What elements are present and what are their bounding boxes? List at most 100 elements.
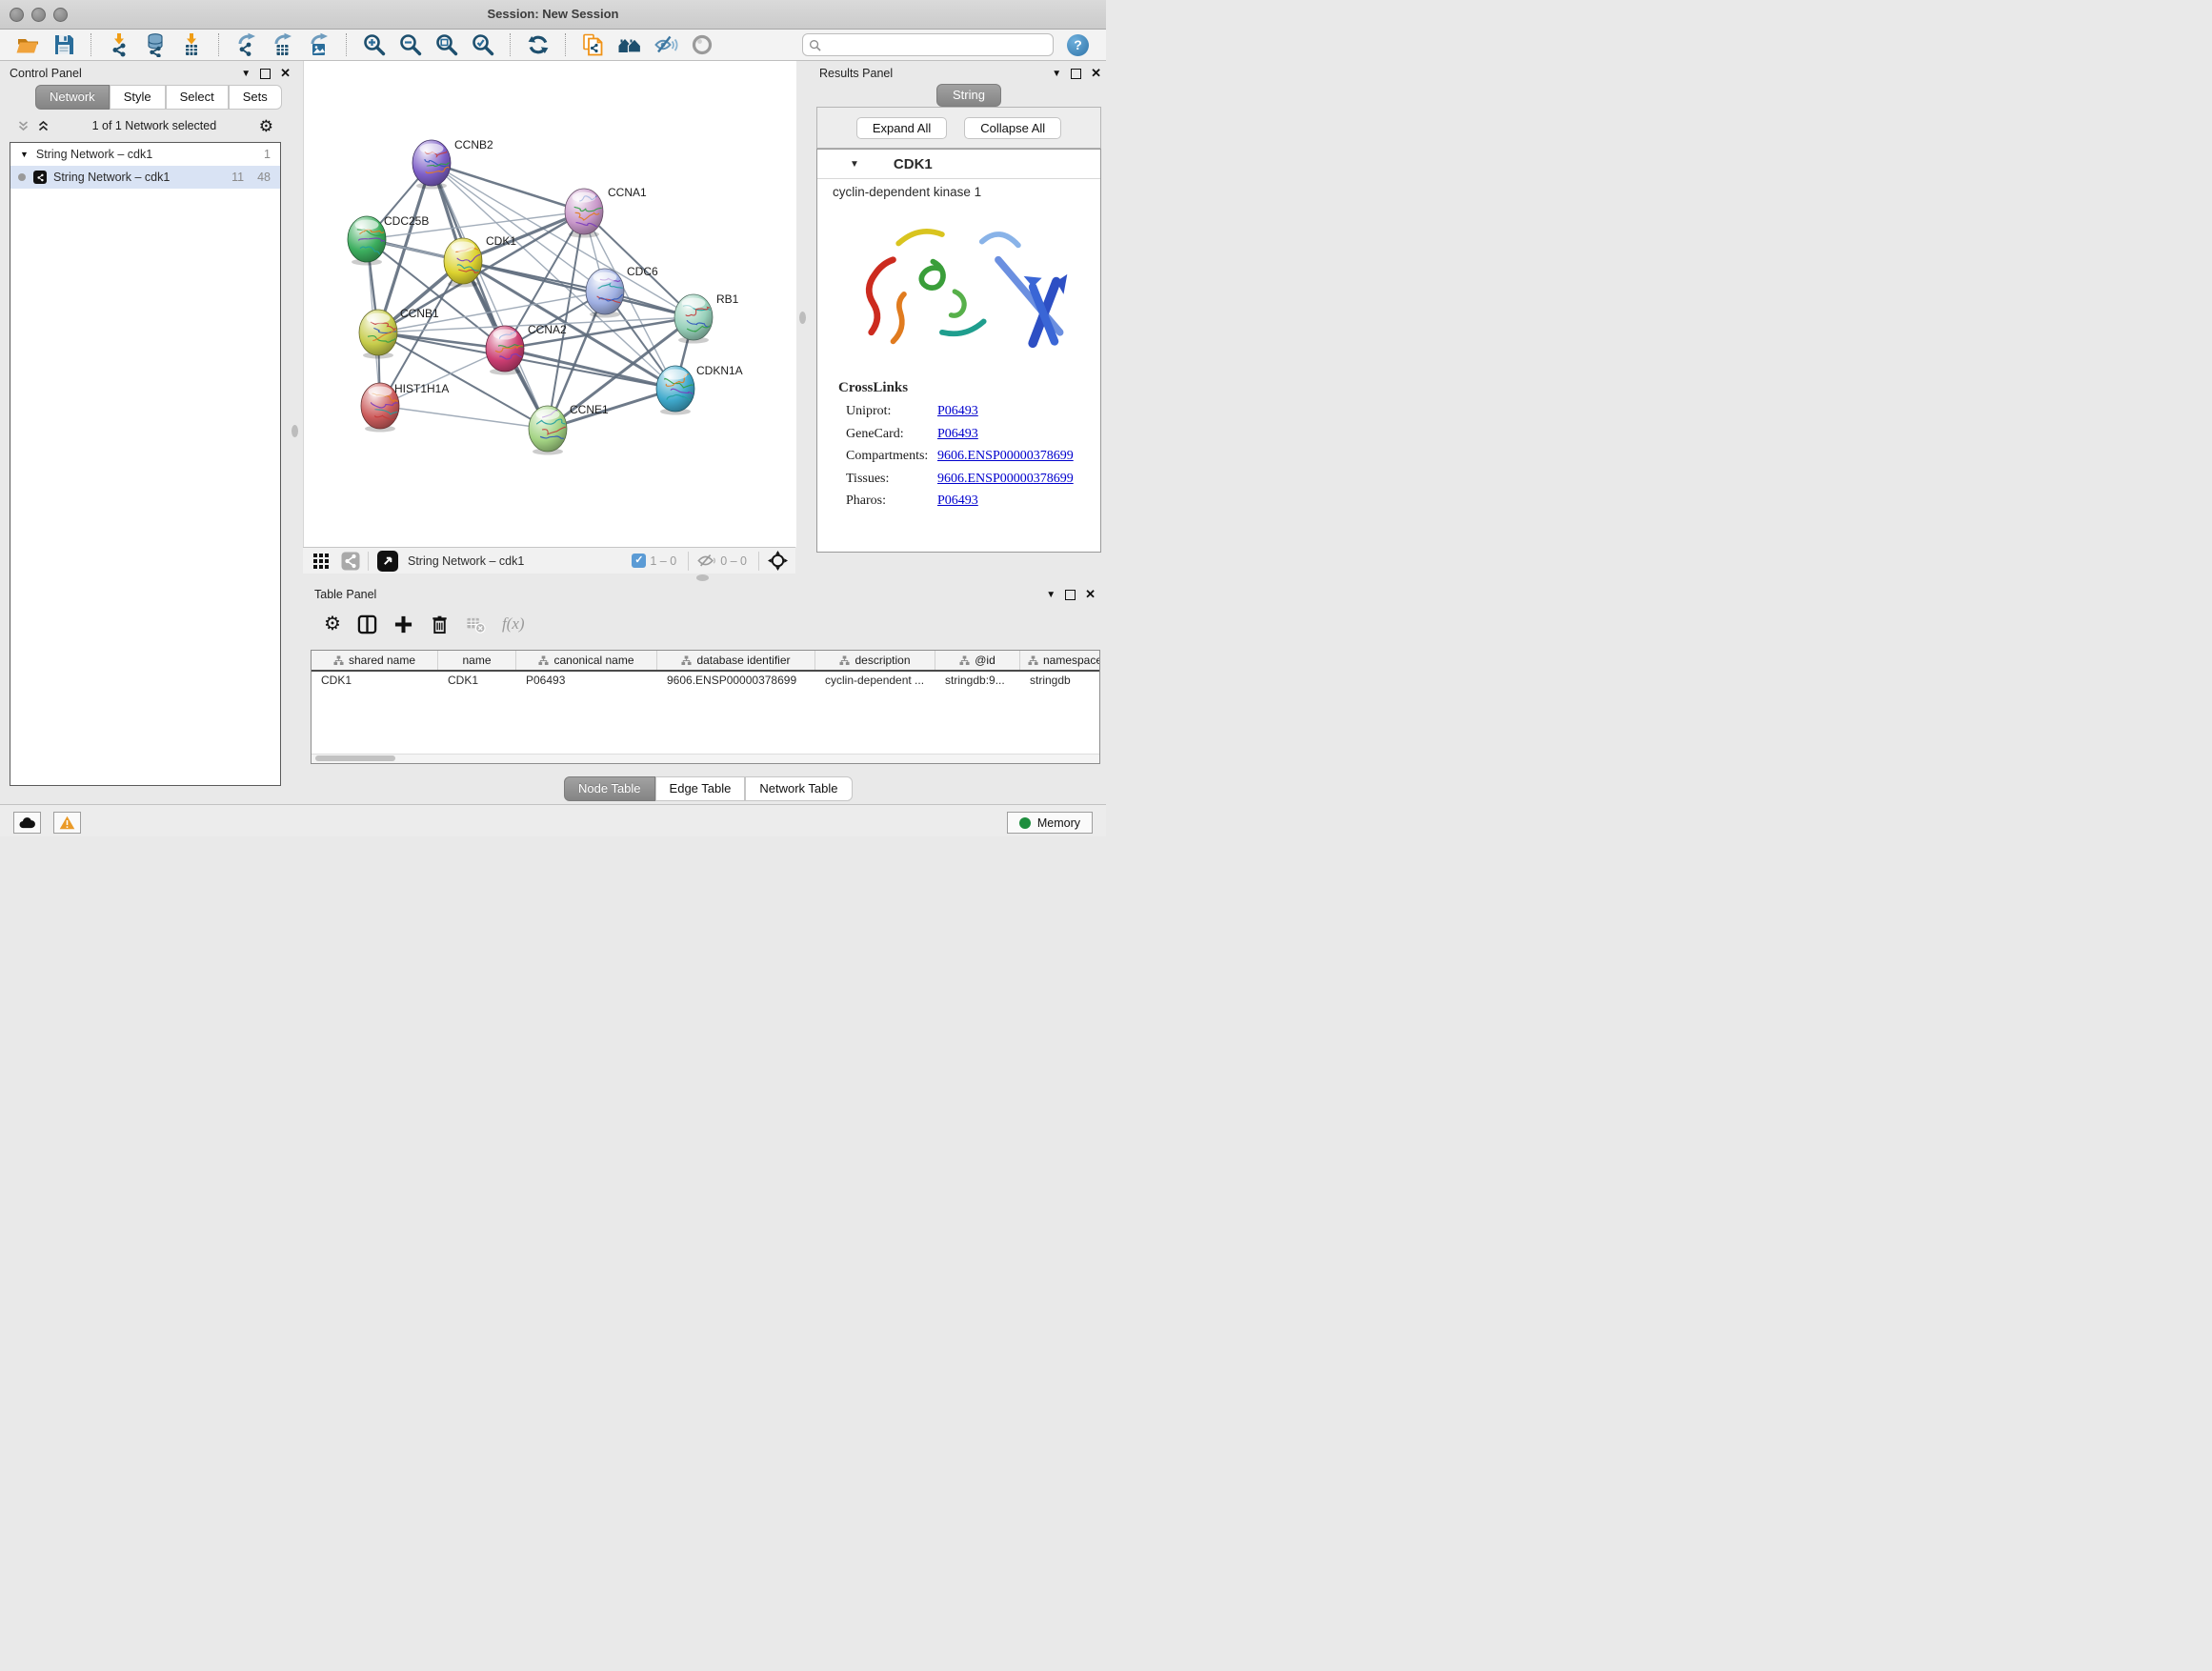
- export-table-icon[interactable]: [271, 32, 295, 57]
- string-hide-glass-icon[interactable]: [654, 32, 678, 57]
- cell-description[interactable]: cyclin-dependent ...: [815, 674, 935, 687]
- create-column-icon[interactable]: [393, 614, 413, 634]
- expand-all-button[interactable]: Expand All: [856, 117, 947, 139]
- crosslink-row: Tissues:9606.ENSP00000378699: [846, 468, 1100, 491]
- tab-network[interactable]: Network: [35, 85, 110, 110]
- results-panel-title: Results Panel: [819, 67, 893, 80]
- warning-icon: [59, 815, 75, 830]
- collapse-all-icon[interactable]: [17, 120, 30, 132]
- right-splitter-handle[interactable]: [799, 312, 806, 324]
- panel-close-icon[interactable]: ✕: [1091, 66, 1101, 81]
- export-image-icon[interactable]: [307, 32, 332, 57]
- crosslinks-list: Uniprot:P06493GeneCard:P06493Compartment…: [817, 400, 1100, 513]
- table-row[interactable]: CDK1CDK1P064939606.ENSP00000378699cyclin…: [312, 672, 1099, 689]
- tab-node-table[interactable]: Node Table: [564, 776, 655, 801]
- string-document-icon[interactable]: [581, 32, 606, 57]
- center-view-crosshair-icon[interactable]: [768, 551, 788, 571]
- cell-canonical-name[interactable]: P06493: [516, 674, 657, 687]
- cell-database-identifier[interactable]: 9606.ENSP00000378699: [657, 674, 815, 687]
- cloud-tasks-button[interactable]: [13, 812, 41, 834]
- open-session-icon[interactable]: [15, 32, 40, 57]
- selected-nodes-checkbox[interactable]: ✓: [632, 554, 646, 568]
- column-header-shared-name[interactable]: shared name: [312, 651, 438, 670]
- birdseye-view-icon[interactable]: [377, 551, 398, 572]
- cell-namespace[interactable]: stringdb: [1020, 674, 1100, 687]
- zoom-in-icon[interactable]: [362, 32, 387, 57]
- network-status-dot: [18, 173, 26, 181]
- tab-string[interactable]: String: [936, 84, 1001, 107]
- refresh-icon[interactable]: [526, 32, 551, 57]
- node-label-cdkn1a: CDKN1A: [696, 364, 743, 377]
- panel-menu-icon[interactable]: ▼: [241, 69, 251, 79]
- string-eye-icon[interactable]: [690, 32, 714, 57]
- show-columns-icon[interactable]: [357, 614, 377, 634]
- column-header-canonical-name[interactable]: canonical name: [516, 651, 657, 670]
- zoom-fit-icon[interactable]: [434, 32, 459, 57]
- column-header-name[interactable]: name: [438, 651, 516, 670]
- cell-name[interactable]: CDK1: [438, 674, 516, 687]
- crosslink-value-link[interactable]: P06493: [937, 423, 978, 446]
- cell-shared-name[interactable]: CDK1: [312, 674, 438, 687]
- panel-float-icon[interactable]: [1071, 69, 1081, 79]
- panel-menu-icon[interactable]: ▼: [1046, 590, 1056, 600]
- node-label-ccna1: CCNA1: [608, 186, 647, 199]
- import-table-icon[interactable]: [179, 32, 204, 57]
- collection-collapse-icon[interactable]: ▼: [20, 150, 29, 159]
- tab-edge-table[interactable]: Edge Table: [655, 776, 746, 801]
- grid-view-icon[interactable]: [312, 553, 330, 570]
- column-header--id[interactable]: @id: [935, 651, 1020, 670]
- table-horizontal-scrollbar[interactable]: [312, 754, 1099, 763]
- tab-select[interactable]: Select: [166, 85, 229, 110]
- left-splitter-handle[interactable]: [292, 425, 298, 437]
- crosslink-value-link[interactable]: 9606.ENSP00000378699: [937, 468, 1074, 491]
- network-options-gear-icon[interactable]: ⚙: [259, 118, 273, 134]
- panel-float-icon[interactable]: [260, 69, 271, 79]
- crosslink-value-link[interactable]: P06493: [937, 490, 978, 513]
- table-options-gear-icon[interactable]: ⚙: [324, 614, 341, 634]
- gene-header-row[interactable]: ▼ CDK1: [817, 150, 1100, 179]
- panel-close-icon[interactable]: ✕: [1085, 587, 1096, 602]
- import-network-icon[interactable]: [107, 32, 131, 57]
- help-icon[interactable]: ?: [1067, 34, 1089, 56]
- network-view-canvas[interactable]: CCNB2CCNA1CDC25BCDK1CDC6RB1CCNB1CCNA2CDK…: [303, 61, 796, 547]
- network-node-count: 11: [231, 171, 244, 184]
- node-label-rb1: RB1: [716, 292, 739, 306]
- warnings-button[interactable]: [53, 812, 81, 834]
- column-header-namespace[interactable]: namespace: [1020, 651, 1100, 670]
- table-panel-title: Table Panel: [314, 588, 376, 601]
- delete-column-icon[interactable]: [430, 614, 450, 634]
- column-type-icon: [538, 655, 549, 666]
- toolbar-separator: [510, 33, 512, 56]
- cell--id[interactable]: stringdb:9...: [935, 674, 1020, 687]
- memory-button[interactable]: Memory: [1007, 812, 1093, 834]
- search-box: [802, 33, 1054, 56]
- string-home-icon[interactable]: [617, 32, 642, 57]
- network-collection-row[interactable]: ▼ String Network – cdk1 1: [10, 143, 280, 166]
- search-input[interactable]: [821, 37, 1047, 52]
- bottom-splitter-handle[interactable]: [696, 574, 709, 581]
- crosslink-label: Compartments:: [846, 445, 937, 468]
- panel-close-icon[interactable]: ✕: [280, 66, 291, 81]
- expand-all-icon[interactable]: [37, 120, 50, 132]
- column-header-description[interactable]: description: [815, 651, 935, 670]
- collapse-all-button[interactable]: Collapse All: [964, 117, 1061, 139]
- selected-counts: 1 – 0: [650, 554, 676, 568]
- gene-collapse-icon[interactable]: ▼: [850, 159, 859, 170]
- share-view-icon[interactable]: [341, 552, 360, 571]
- control-panel: Control Panel ▼ ✕ NetworkStyleSelectSets…: [0, 61, 303, 804]
- zoom-selected-icon[interactable]: [471, 32, 495, 57]
- panel-menu-icon[interactable]: ▼: [1052, 69, 1061, 79]
- column-header-database-identifier[interactable]: database identifier: [657, 651, 815, 670]
- import-network-from-database-icon[interactable]: [143, 32, 168, 57]
- table-panel: Table Panel ▼ ✕ ⚙ f(x) shared namenameca…: [303, 583, 1106, 804]
- crosslink-value-link[interactable]: 9606.ENSP00000378699: [937, 445, 1074, 468]
- tab-style[interactable]: Style: [110, 85, 166, 110]
- crosslink-value-link[interactable]: P06493: [937, 400, 978, 423]
- zoom-out-icon[interactable]: [398, 32, 423, 57]
- panel-float-icon[interactable]: [1065, 590, 1076, 600]
- save-session-icon[interactable]: [51, 32, 76, 57]
- tab-network-table[interactable]: Network Table: [745, 776, 852, 801]
- network-row[interactable]: String Network – cdk1 11 48: [10, 166, 280, 189]
- tab-sets[interactable]: Sets: [229, 85, 282, 110]
- export-network-icon[interactable]: [234, 32, 259, 57]
